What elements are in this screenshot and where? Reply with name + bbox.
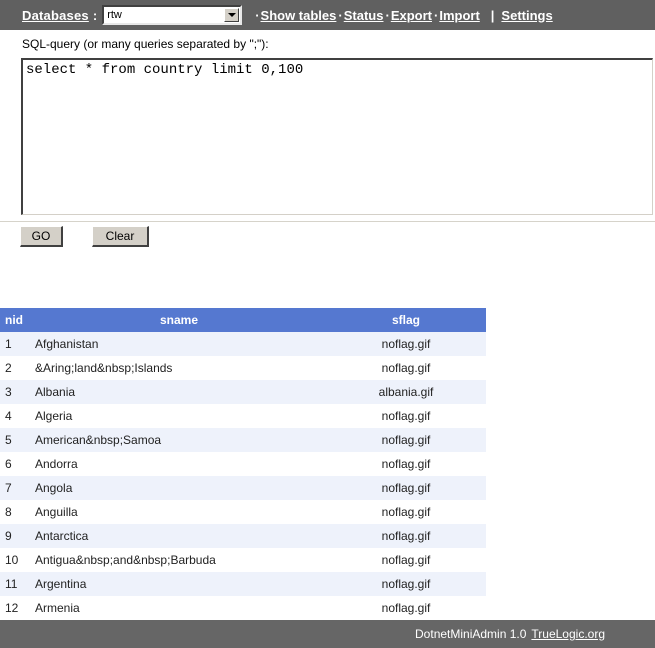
- cell-sname: Argentina: [32, 572, 326, 596]
- cell-sname: American&nbsp;Samoa: [32, 428, 326, 452]
- cell-sflag: noflag.gif: [326, 572, 486, 596]
- databases-colon: :: [92, 7, 98, 23]
- database-select-value: rtw: [107, 9, 122, 21]
- cell-nid: 1: [0, 332, 32, 356]
- nav-link-settings[interactable]: Settings: [501, 8, 552, 23]
- main-nav: · Show tables · Status · Export · Import…: [255, 8, 555, 23]
- go-button[interactable]: GO: [20, 226, 63, 247]
- cell-nid: 10: [0, 548, 32, 572]
- cell-sname: Antarctica: [32, 524, 326, 548]
- nav-dot-0: ·: [255, 7, 260, 23]
- table-row: 6 Andorra noflag.gif: [0, 452, 486, 476]
- query-separator: [0, 221, 655, 222]
- nav-separator: |: [490, 7, 495, 23]
- results-table-head: nid sname sflag: [0, 308, 486, 332]
- databases-label[interactable]: Databases: [22, 8, 89, 23]
- footer-bar: DotnetMiniAdmin 1.0 TrueLogic.org: [0, 620, 655, 648]
- table-row: 4 Algeria noflag.gif: [0, 404, 486, 428]
- cell-nid: 5: [0, 428, 32, 452]
- cell-nid: 11: [0, 572, 32, 596]
- table-row: 7 Angola noflag.gif: [0, 476, 486, 500]
- column-header-sflag[interactable]: sflag: [326, 308, 486, 332]
- cell-sflag: noflag.gif: [326, 500, 486, 524]
- nav-dot-3: ·: [433, 7, 439, 23]
- truelogic-link[interactable]: TrueLogic.org: [531, 627, 605, 641]
- table-row: 11 Argentina noflag.gif: [0, 572, 486, 596]
- cell-sflag: noflag.gif: [326, 356, 486, 380]
- clear-button[interactable]: Clear: [92, 226, 149, 247]
- cell-sname: Albania: [32, 380, 326, 404]
- cell-nid: 3: [0, 380, 32, 404]
- cell-sflag: noflag.gif: [326, 524, 486, 548]
- chevron-down-icon[interactable]: [224, 8, 240, 22]
- cell-nid: 12: [0, 596, 32, 620]
- table-row: 2 &Aring;land&nbsp;Islands noflag.gif: [0, 356, 486, 380]
- cell-sname: Angola: [32, 476, 326, 500]
- table-header-row: nid sname sflag: [0, 308, 486, 332]
- chevron-down-glyph: [227, 13, 236, 17]
- cell-sname: Anguilla: [32, 500, 326, 524]
- cell-nid: 6: [0, 452, 32, 476]
- cell-sname: Armenia: [32, 596, 326, 620]
- app-name-label: DotnetMiniAdmin 1.0: [415, 627, 527, 641]
- table-row: 10 Antigua&nbsp;and&nbsp;Barbuda noflag.gi…: [0, 548, 486, 572]
- cell-sflag: noflag.gif: [326, 428, 486, 452]
- table-row: 5 American&nbsp;Samoa noflag.gif: [0, 428, 486, 452]
- cell-nid: 8: [0, 500, 32, 524]
- query-actions: GO Clear: [20, 226, 149, 247]
- cell-sname: &Aring;land&nbsp;Islands: [32, 356, 326, 380]
- table-row: 12 Armenia noflag.gif: [0, 596, 486, 620]
- nav-link-show-tables[interactable]: Show tables: [261, 8, 337, 23]
- cell-sname: Andorra: [32, 452, 326, 476]
- table-row: 1 Afghanistan noflag.gif: [0, 332, 486, 356]
- cell-nid: 9: [0, 524, 32, 548]
- nav-dot-2: ·: [385, 7, 390, 23]
- cell-nid: 4: [0, 404, 32, 428]
- cell-sflag: noflag.gif: [326, 404, 486, 428]
- nav-link-status[interactable]: Status: [344, 8, 384, 23]
- cell-nid: 2: [0, 356, 32, 380]
- table-row: 9 Antarctica noflag.gif: [0, 524, 486, 548]
- sql-query-label: SQL-query (or many queries separated by …: [22, 37, 269, 51]
- database-select[interactable]: rtw: [102, 5, 243, 25]
- cell-sflag: noflag.gif: [326, 596, 486, 620]
- cell-sflag: noflag.gif: [326, 452, 486, 476]
- sql-query-input[interactable]: [21, 58, 653, 215]
- results-table: nid sname sflag 1 Afghanistan noflag.gif 2 &…: [0, 308, 486, 620]
- column-header-nid[interactable]: nid: [0, 308, 32, 332]
- table-row: 8 Anguilla noflag.gif: [0, 500, 486, 524]
- results-table-body: 1 Afghanistan noflag.gif 2 &Aring;land&nbsp;…: [0, 332, 486, 620]
- cell-sflag: albania.gif: [326, 380, 486, 404]
- nav-link-export[interactable]: Export: [391, 8, 432, 23]
- cell-sflag: noflag.gif: [326, 332, 486, 356]
- cell-nid: 7: [0, 476, 32, 500]
- cell-sflag: noflag.gif: [326, 548, 486, 572]
- cell-sname: Antigua&nbsp;and&nbsp;Barbuda: [32, 548, 326, 572]
- top-navigation-bar: Databases : rtw · Show tables · Status ·…: [0, 0, 655, 30]
- cell-sname: Afghanistan: [32, 332, 326, 356]
- cell-sflag: noflag.gif: [326, 476, 486, 500]
- column-header-sname[interactable]: sname: [32, 308, 326, 332]
- table-row: 3 Albania albania.gif: [0, 380, 486, 404]
- nav-dot-1: ·: [338, 7, 343, 23]
- cell-sname: Algeria: [32, 404, 326, 428]
- nav-link-import[interactable]: Import: [439, 8, 479, 23]
